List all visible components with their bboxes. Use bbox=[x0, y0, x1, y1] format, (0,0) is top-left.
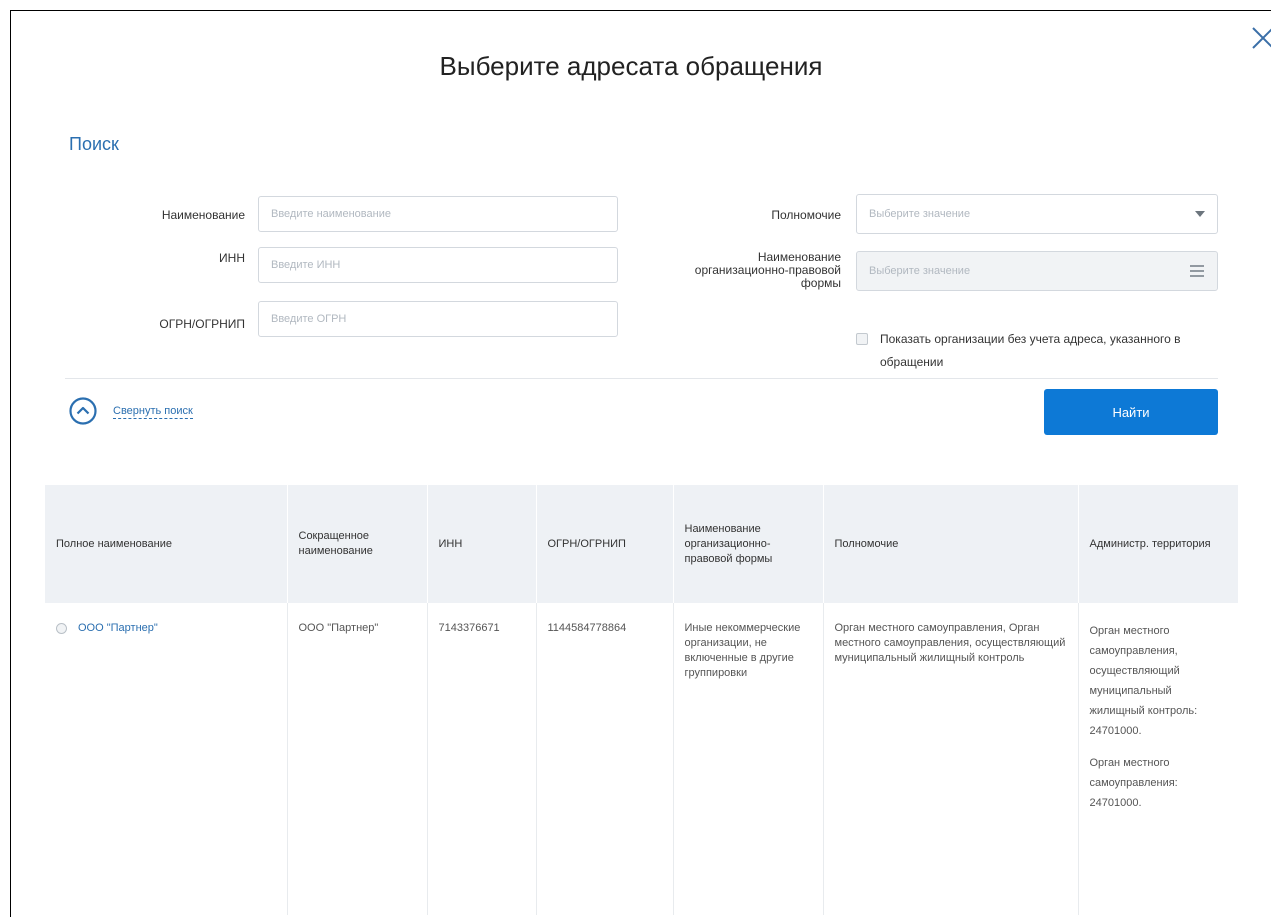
ogrn-cell: 1144584778864 bbox=[536, 603, 674, 915]
name-label: Наименование bbox=[161, 208, 245, 222]
column-header[interactable]: ИНН bbox=[427, 485, 537, 603]
short-name-cell: ООО "Партнер" bbox=[287, 603, 428, 915]
search-heading: Поиск bbox=[69, 134, 119, 154]
list-icon bbox=[1190, 265, 1204, 277]
select-recipient-dialog: Выберите адресата обращения Поиск Наимен… bbox=[10, 10, 1271, 917]
find-button[interactable]: Найти bbox=[1044, 389, 1218, 435]
column-header[interactable]: Полное наименование bbox=[45, 485, 288, 603]
dialog-title: Выберите адресата обращения bbox=[439, 51, 823, 81]
results-table: Полное наименование Сокращенное наименов… bbox=[45, 485, 1238, 915]
column-header[interactable]: Сокращенное наименование bbox=[287, 485, 428, 603]
name-input[interactable] bbox=[258, 196, 618, 232]
table-header-row: Полное наименование Сокращенное наименов… bbox=[45, 485, 1238, 603]
column-header[interactable]: Полномочие bbox=[823, 485, 1079, 603]
authority-select[interactable]: Выберите значение bbox=[856, 194, 1218, 234]
chevron-up-circle-icon bbox=[69, 397, 97, 425]
row-select-radio[interactable] bbox=[56, 623, 67, 634]
authority-label: Полномочие bbox=[771, 208, 841, 222]
full-name-cell: ООО "Партнер" bbox=[45, 603, 288, 915]
authority-select-value: Выберите значение bbox=[869, 208, 971, 220]
legal-form-select[interactable]: Выберите значение bbox=[856, 251, 1218, 291]
column-header[interactable]: Администр. территория bbox=[1078, 485, 1238, 603]
chevron-down-icon bbox=[1195, 211, 1205, 217]
legal-form-cell: Иные некоммерческие организации, не вклю… bbox=[673, 603, 824, 915]
ogrn-label: ОГРН/ОГРНИП bbox=[159, 317, 245, 331]
column-header[interactable]: Наименование организационно-правовой фор… bbox=[673, 485, 824, 603]
legal-form-select-value: Выберите значение bbox=[869, 265, 971, 277]
organization-link[interactable]: ООО "Партнер" bbox=[78, 622, 158, 634]
column-header[interactable]: ОГРН/ОГРНИП bbox=[536, 485, 674, 603]
territory-cell: Орган местного самоуправления, осуществл… bbox=[1078, 603, 1238, 915]
territory-entry: Орган местного самоуправления: 24701000. bbox=[1089, 757, 1178, 809]
authority-cell: Орган местного самоуправления, Орган мес… bbox=[823, 603, 1079, 915]
close-icon[interactable] bbox=[1250, 25, 1271, 51]
inn-input[interactable] bbox=[258, 247, 618, 283]
inn-cell: 7143376671 bbox=[427, 603, 537, 915]
legal-form-label: Наименование организационно-правовой фор… bbox=[694, 250, 841, 290]
territory-entry: Орган местного самоуправления, осуществл… bbox=[1089, 625, 1198, 737]
ogrn-input[interactable] bbox=[258, 301, 618, 337]
ignore-address-checkbox[interactable] bbox=[856, 333, 868, 345]
ignore-address-label: Показать организации без учета адреса, у… bbox=[880, 332, 1181, 369]
collapse-search-link[interactable]: Свернуть поиск bbox=[68, 396, 193, 426]
table-row[interactable]: ООО "Партнер" ООО "Партнер" 7143376671 1… bbox=[45, 603, 1238, 915]
search-divider bbox=[65, 378, 1218, 379]
collapse-search-label: Свернуть поиск bbox=[113, 404, 193, 419]
inn-label: ИНН bbox=[219, 251, 245, 265]
